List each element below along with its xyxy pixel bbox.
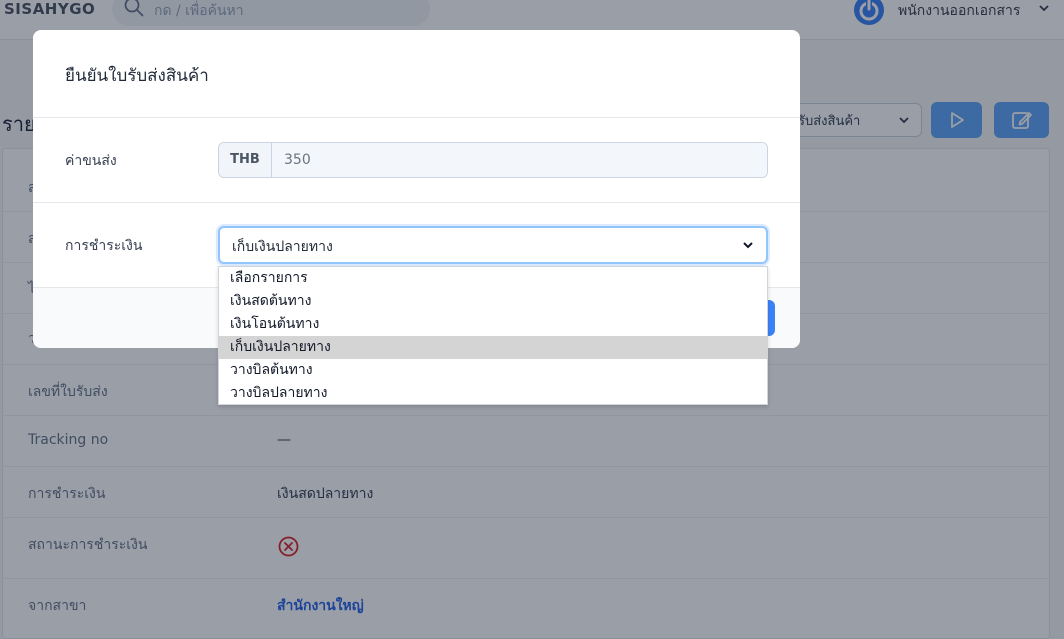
dropdown-option[interactable]: วางบิลปลายทาง: [219, 382, 767, 405]
shipping-fee-input[interactable]: [272, 143, 767, 177]
divider: [33, 202, 800, 203]
dropdown-option[interactable]: เงินสดต้นทาง: [219, 290, 767, 313]
dropdown-option[interactable]: เงินโอนต้นทาง: [219, 313, 767, 336]
chevron-down-icon: [743, 242, 753, 249]
divider: [33, 117, 800, 118]
payment-method-selected[interactable]: เก็บเงินปลายทาง: [232, 236, 333, 258]
dropdown-option[interactable]: เลือกรายการ: [219, 267, 767, 290]
dropdown-option-selected[interactable]: เก็บเงินปลายทาง: [219, 336, 767, 359]
payment-method-dropdown: เลือกรายการ เงินสดต้นทาง เงินโอนต้นทาง เ…: [218, 266, 768, 405]
payment-method-select[interactable]: เก็บเงินปลายทาง: [218, 226, 768, 264]
modal-title: ยืนยันใบรับส่งสินค้า: [65, 66, 209, 86]
shipping-fee-label: ค่าขนส่ง: [65, 153, 117, 169]
currency-addon: THB: [219, 143, 272, 177]
shipping-fee-group: THB: [218, 142, 768, 178]
dropdown-option[interactable]: วางบิลต้นทาง: [219, 359, 767, 382]
payment-method-label: การชำระเงิน: [65, 238, 143, 254]
